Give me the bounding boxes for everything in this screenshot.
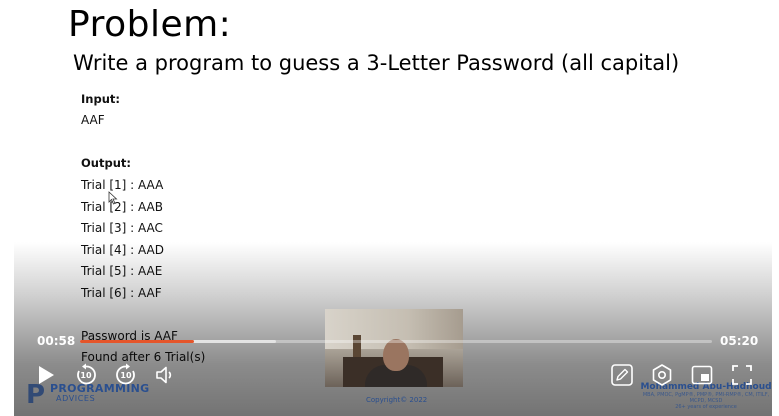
trial-line: Trial [3] : AAC — [81, 221, 163, 235]
slide-title: Problem: — [68, 4, 232, 45]
volume-icon — [156, 366, 172, 384]
notes-button[interactable] — [609, 362, 635, 388]
picture-in-picture-icon — [691, 365, 713, 385]
settings-button[interactable] — [649, 362, 675, 388]
mouse-cursor-icon — [108, 191, 118, 205]
forward-seconds: 10 — [120, 370, 132, 380]
instructor-experience: 26+ years of experience — [675, 404, 737, 410]
volume-button[interactable] — [152, 362, 178, 388]
forward-10-button[interactable]: 10 — [113, 362, 139, 388]
trial-line: Trial [4] : AAD — [81, 243, 164, 257]
gear-icon — [652, 364, 672, 386]
trial-line: Trial [6] : AAF — [81, 286, 162, 300]
fullscreen-icon — [732, 365, 752, 385]
progress-bar[interactable] — [80, 340, 712, 343]
fullscreen-button[interactable] — [729, 362, 755, 388]
copyright-text: Copyright© 2022 — [366, 396, 428, 404]
picture-in-picture-button[interactable] — [689, 362, 715, 388]
play-button[interactable] — [33, 362, 59, 388]
output-label: Output: — [81, 156, 131, 170]
trial-line: Trial [5] : AAE — [81, 264, 163, 278]
current-time: 00:58 — [37, 334, 76, 348]
play-icon — [39, 366, 54, 384]
progress-played — [80, 340, 195, 343]
rewind-10-button[interactable]: 10 — [73, 362, 99, 388]
total-duration: 05:20 — [720, 334, 759, 348]
pencil-icon — [611, 364, 633, 386]
found-line: Found after 6 Trial(s) — [81, 350, 206, 364]
instructor-webcam — [325, 309, 463, 387]
input-label: Input: — [81, 92, 120, 106]
trial-line: Trial [2] : AAB — [81, 200, 163, 214]
instructor-credentials: MBA, PMOC, PgMP®, PMP®, PMI-RMP®, CM, IT… — [642, 392, 770, 404]
trial-line: Trial [1] : AAA — [81, 178, 164, 192]
input-value: AAF — [81, 113, 105, 127]
slide-subtitle: Write a program to guess a 3-Letter Pass… — [73, 51, 680, 75]
logo-subtext: ADVICES — [56, 394, 96, 403]
rewind-seconds: 10 — [80, 370, 92, 380]
